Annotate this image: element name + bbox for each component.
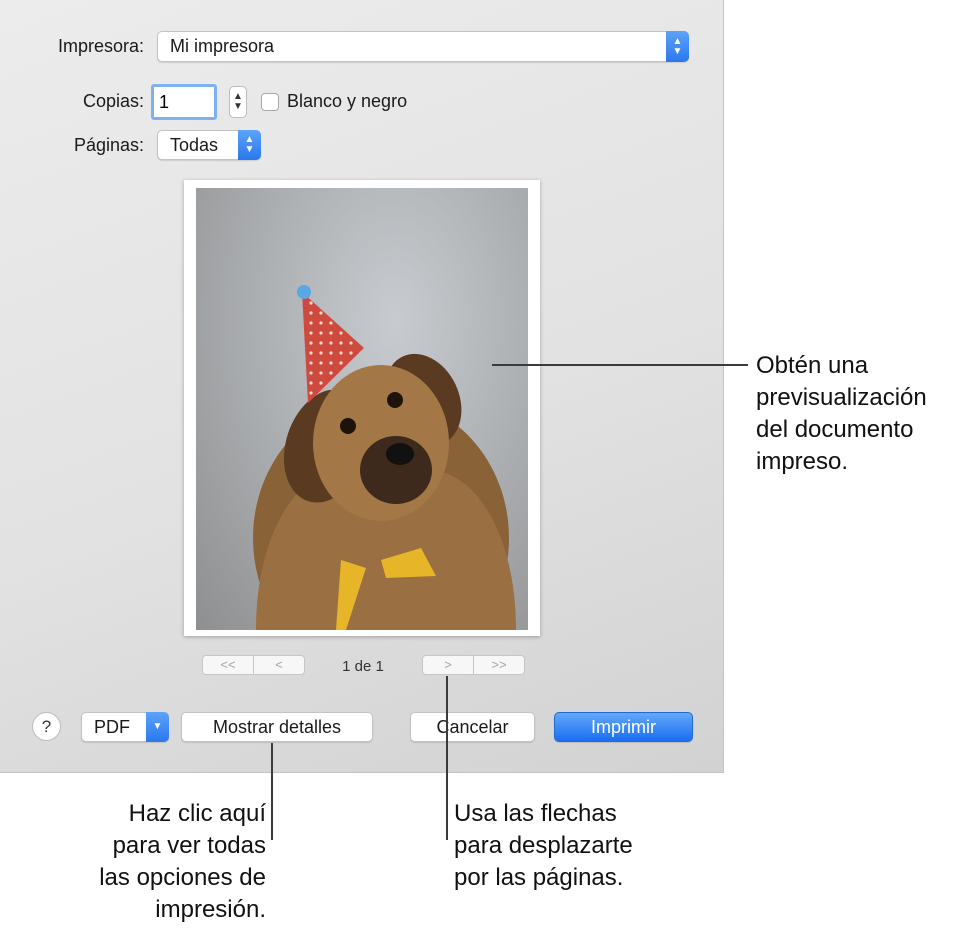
dog-party-hat-image: [253, 285, 516, 630]
chevron-updown-icon: ▲ ▼: [238, 130, 261, 160]
pages-label: Páginas:: [73, 135, 144, 155]
bw-label: Blanco y negro: [287, 91, 408, 111]
callout-line-3: por las páginas.: [454, 864, 624, 891]
details-callout: Haz clic aquí para ver todas las opcione…: [40, 798, 266, 926]
first-page-button[interactable]: <<: [203, 656, 253, 674]
copies-field[interactable]: [151, 84, 217, 120]
callout-line-1: Obtén una: [756, 352, 869, 379]
print-button[interactable]: Imprimir: [554, 712, 693, 742]
page-indicator: 1 de 1: [342, 658, 384, 675]
page-nav-back: << <: [202, 655, 305, 675]
pages-value: Todas: [170, 135, 219, 155]
show-details-button[interactable]: Mostrar detalles: [181, 712, 373, 742]
arrows-callout: Usa las flechas para desplazarte por las…: [454, 798, 694, 894]
print-dialog: Impresora: Mi impresora ▲▼ Copias: ▲ ▼ B…: [0, 0, 724, 773]
print-preview-page: [184, 180, 540, 636]
callout-line-1: Usa las flechas: [454, 800, 617, 827]
bw-checkbox[interactable]: [261, 93, 279, 111]
pages-popup[interactable]: Todas ▲ ▼: [157, 130, 261, 160]
pdf-label: PDF: [94, 717, 130, 737]
chevron-updown-icon: ▲ ▼: [666, 31, 689, 62]
help-button[interactable]: ?: [32, 712, 61, 741]
preview-photo: [196, 188, 528, 630]
printer-value: Mi impresora: [170, 36, 275, 56]
callout-line-4: impreso.: [756, 448, 849, 475]
page-nav-forward: > >>: [422, 655, 525, 675]
previous-page-button[interactable]: <: [253, 656, 304, 674]
stepper-down-icon: ▼: [233, 101, 243, 112]
callout-line-1: Haz clic aquí: [128, 800, 266, 827]
preview-callout: Obtén una previsualización del documento…: [756, 350, 960, 478]
printer-label: Impresora:: [57, 36, 144, 56]
arrows-callout-line: [446, 676, 448, 840]
copies-stepper[interactable]: ▲ ▼: [229, 86, 247, 118]
next-page-button[interactable]: >: [423, 656, 473, 674]
details-callout-line: [271, 743, 273, 840]
callout-line-2: previsualización: [756, 384, 927, 411]
preview-callout-line: [492, 364, 748, 366]
cancel-button[interactable]: Cancelar: [410, 712, 535, 742]
callout-line-2: para ver todas: [112, 832, 266, 859]
copies-label: Copias:: [82, 91, 144, 111]
callout-line-3: las opciones de: [99, 864, 266, 891]
pdf-menu-button[interactable]: PDF ▼: [81, 712, 169, 742]
last-page-button[interactable]: >>: [473, 656, 524, 674]
chevron-down-icon: ▼: [146, 712, 169, 742]
printer-popup[interactable]: Mi impresora ▲ ▼: [157, 31, 689, 62]
callout-line-3: del documento: [756, 416, 914, 443]
callout-line-4: impresión.: [155, 896, 266, 923]
callout-line-2: para desplazarte: [454, 832, 633, 859]
